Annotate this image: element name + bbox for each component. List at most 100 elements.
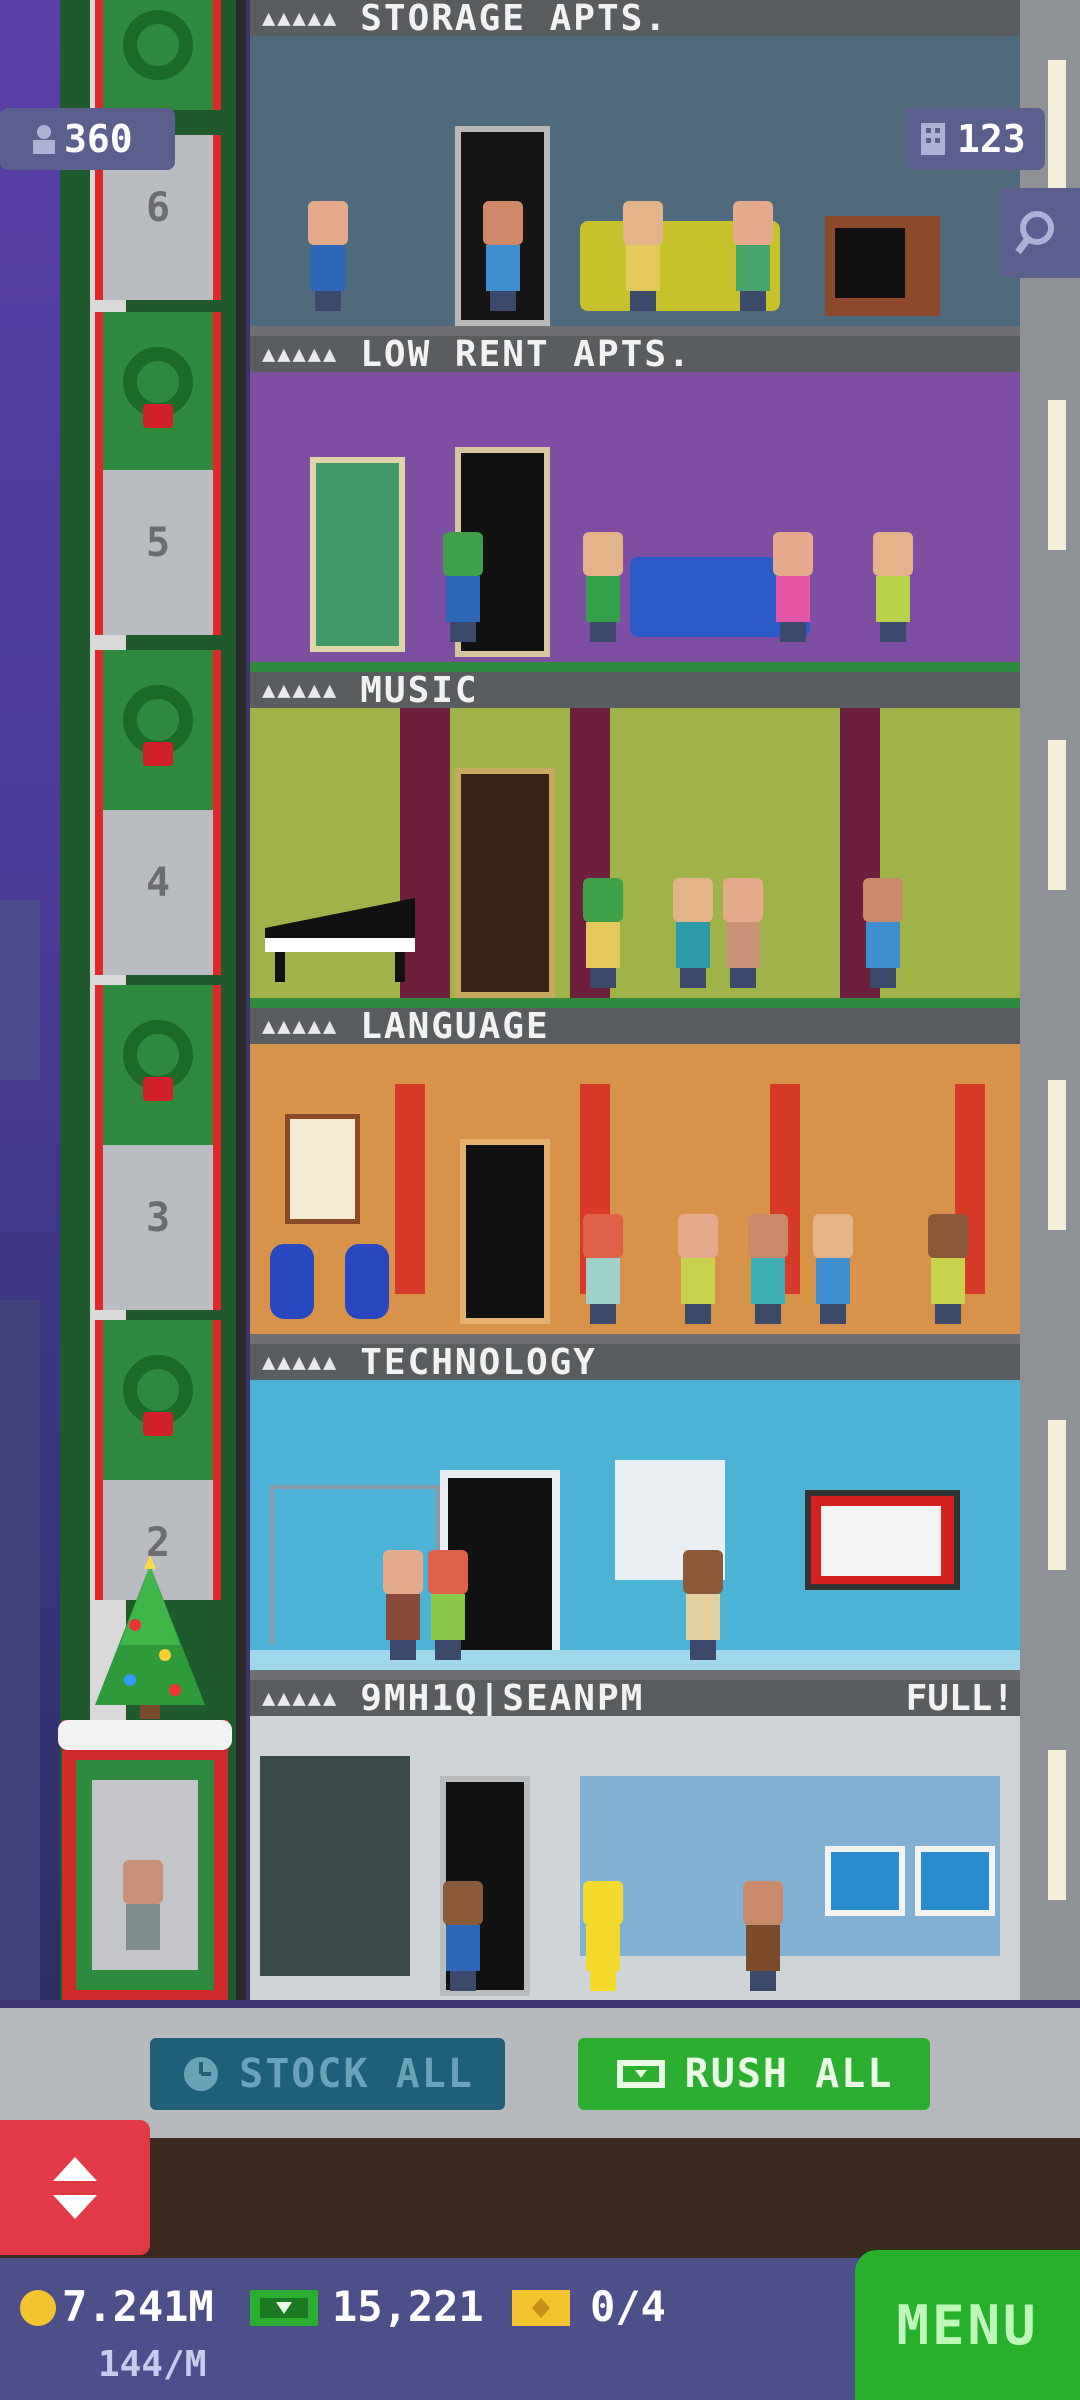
- bitizen-avatar[interactable]: [860, 878, 906, 988]
- grand-piano-icon: [265, 898, 415, 982]
- bitizen-avatar[interactable]: [580, 532, 626, 642]
- floor-header: ▲▲▲▲▲ LOW RENT APTS.: [250, 334, 1020, 375]
- floor-header: ▲▲▲▲▲ LANGUAGE: [250, 1005, 1020, 1047]
- bitizen-avatar[interactable]: [680, 1550, 726, 1660]
- floor-stars: ▲▲▲▲▲: [262, 1685, 339, 1711]
- bitizen-avatar[interactable]: [380, 1550, 426, 1660]
- green-door: [310, 457, 405, 652]
- room-interior[interactable]: [250, 708, 1020, 998]
- elevator-floor-number: 4: [145, 860, 171, 906]
- bitizen-avatar[interactable]: [480, 201, 526, 311]
- room-interior[interactable]: [250, 1380, 1020, 1670]
- floor-name: LANGUAGE: [360, 1005, 550, 1047]
- elevator-floor-number: 3: [145, 1195, 171, 1241]
- wreath-decoration: [95, 1320, 221, 1490]
- bux-icon: [250, 2290, 318, 2326]
- elevator-stop-5[interactable]: 5: [95, 470, 221, 635]
- wreath-decoration: [95, 650, 221, 820]
- bitizen-avatar[interactable]: [620, 201, 666, 311]
- wreath-decoration: [95, 0, 221, 110]
- wall-window: [1048, 1750, 1066, 1900]
- background-building: [0, 1300, 40, 2000]
- vase: [345, 1244, 389, 1319]
- floor-counter[interactable]: 123: [905, 108, 1045, 170]
- floor-stars: ▲▲▲▲▲: [262, 1349, 339, 1375]
- person-head: [123, 1860, 163, 1904]
- doorway: [455, 768, 555, 998]
- stock-all-label: STOCK ALL: [239, 2051, 474, 2097]
- bitizen-avatar[interactable]: [675, 1214, 721, 1324]
- floor-count: 123: [957, 117, 1026, 161]
- bitizen-avatar[interactable]: [440, 1881, 486, 1991]
- bitizen-avatar[interactable]: [580, 878, 626, 988]
- lobby-elevator-frame: [76, 1760, 214, 1990]
- floor-language[interactable]: ▲▲▲▲▲ LANGUAGE: [250, 1005, 1020, 1344]
- bitizen-avatar[interactable]: [440, 532, 486, 642]
- bitizen-avatar[interactable]: [120, 1860, 166, 1970]
- bitizen-avatar[interactable]: [580, 1881, 626, 1991]
- floor-low-rent-apts[interactable]: ▲▲▲▲▲ LOW RENT APTS.: [250, 334, 1020, 672]
- menu-button[interactable]: MENU: [855, 2250, 1080, 2400]
- room-interior[interactable]: [250, 1044, 1020, 1334]
- floor-custom-lab[interactable]: ▲▲▲▲▲ 9MH1Q|SEANPM FULL!: [250, 1678, 1020, 2010]
- rush-all-label: RUSH ALL: [684, 2051, 894, 2097]
- bitizen-avatar[interactable]: [580, 1214, 626, 1324]
- bitizen-avatar[interactable]: [670, 878, 716, 988]
- floor-stars: ▲▲▲▲▲: [262, 1013, 339, 1039]
- coin-rate: 144/M: [98, 2344, 207, 2385]
- population-count: 360: [64, 117, 133, 161]
- floor-tiles: [250, 1650, 1020, 1670]
- wreath-icon: [123, 10, 193, 80]
- background-building: [0, 900, 40, 1080]
- vase: [270, 1244, 314, 1319]
- wall-window: [1048, 1080, 1066, 1230]
- elevator-toggle-button[interactable]: [0, 2120, 150, 2255]
- search-button[interactable]: [1000, 188, 1080, 278]
- wreath-decoration: [95, 312, 221, 482]
- menu-label: MENU: [896, 2293, 1039, 2357]
- floor-storage-apts[interactable]: ▲▲▲▲▲ STORAGE APTS.: [250, 0, 1020, 336]
- room-interior[interactable]: [250, 1716, 1020, 2000]
- christmas-tree-icon: [95, 1555, 205, 1719]
- population-counter[interactable]: 360: [0, 108, 175, 170]
- floor-name: MUSIC: [360, 669, 479, 711]
- bitizen-avatar[interactable]: [870, 532, 916, 642]
- wall-window: [1048, 740, 1066, 890]
- snow-cap: [58, 1720, 232, 1750]
- floor-header: ▲▲▲▲▲ MUSIC: [250, 669, 1020, 711]
- bitizen-avatar[interactable]: [770, 532, 816, 642]
- bitizen-avatar[interactable]: [740, 1881, 786, 1991]
- rush-all-button[interactable]: RUSH ALL: [578, 2038, 930, 2110]
- wreath-decoration: [95, 985, 221, 1155]
- elevator-door[interactable]: [92, 1780, 198, 1970]
- lobby-elevator[interactable]: [58, 1720, 232, 2000]
- floor-header: ▲▲▲▲▲ 9MH1Q|SEANPM FULL!: [250, 1678, 1020, 1719]
- bitizen-avatar[interactable]: [810, 1214, 856, 1324]
- doorway: [460, 1139, 550, 1324]
- tower-right-wall: [1020, 0, 1080, 2000]
- floor-music[interactable]: ▲▲▲▲▲ MUSIC: [250, 669, 1020, 1008]
- elevator-stop-4[interactable]: 4: [95, 810, 221, 975]
- elevator-stop-3[interactable]: 3: [95, 1145, 221, 1310]
- floor-stars: ▲▲▲▲▲: [262, 677, 339, 703]
- action-bar: STOCK ALL RUSH ALL: [0, 2008, 1080, 2138]
- bitizen-avatar[interactable]: [925, 1214, 971, 1324]
- room-interior[interactable]: [250, 372, 1020, 662]
- bitizen-avatar[interactable]: [730, 201, 776, 311]
- bux-balance: 15,221: [332, 2282, 484, 2331]
- bitizen-avatar[interactable]: [745, 1214, 791, 1324]
- elevator-floor-number: 5: [145, 520, 171, 566]
- up-down-arrows-icon: [53, 2156, 97, 2219]
- magnifier-icon: [1015, 211, 1054, 255]
- bitizen-avatar[interactable]: [305, 201, 351, 311]
- room-interior[interactable]: [250, 36, 1020, 326]
- bitizen-avatar[interactable]: [720, 878, 766, 988]
- bitizen-avatar[interactable]: [425, 1550, 471, 1660]
- floor-stars: ▲▲▲▲▲: [262, 5, 339, 31]
- column: [395, 1084, 425, 1294]
- tv-cabinet: [825, 216, 940, 316]
- floor-technology[interactable]: ▲▲▲▲▲ TECHNOLOGY: [250, 1342, 1020, 1680]
- stock-all-button[interactable]: STOCK ALL: [150, 2038, 505, 2110]
- coin-balance: 7.241M: [62, 2282, 214, 2331]
- shaft-rail: [236, 0, 246, 2000]
